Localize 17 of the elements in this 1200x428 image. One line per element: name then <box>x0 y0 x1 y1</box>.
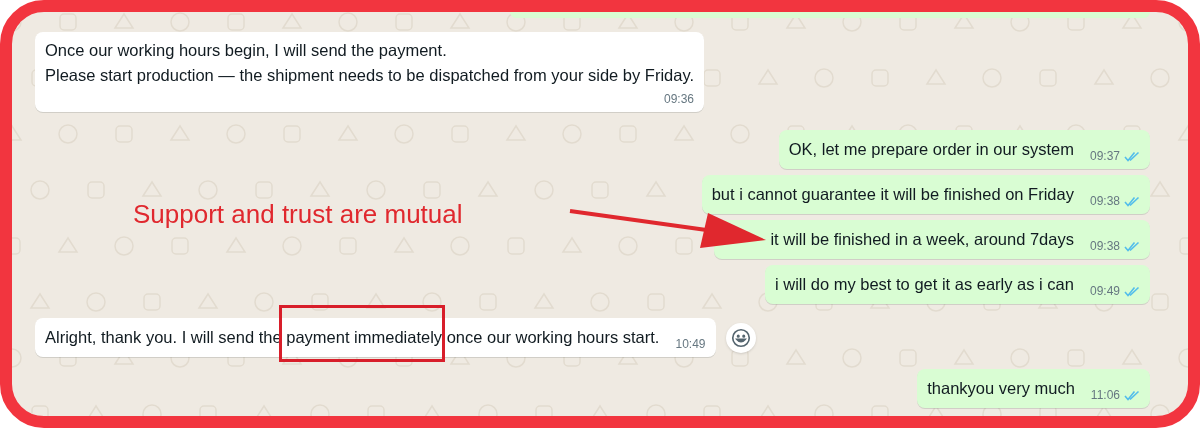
message-text: Once our working hours begin, I will send the payment. <box>45 40 448 61</box>
message-text: Please start production — the shipment needs to be dispatched from your side by Friday. <box>45 65 695 86</box>
message-time: 09:37 <box>1089 148 1120 165</box>
message-text: but i cannot guarantee it will be finished on Friday <box>711 185 1074 203</box>
message-text: OK, let me prepare order in our system <box>788 140 1074 158</box>
message-text: i will do my best to get it as early as i can <box>775 275 1074 293</box>
message-time: 11:06 <box>1090 387 1120 404</box>
message-time: 09:36 <box>664 91 695 108</box>
message-time: 09:38 <box>1089 193 1120 210</box>
message-time: 09:49 <box>1089 283 1120 300</box>
message-text: it will be finished in a week, around 7days <box>770 230 1074 248</box>
annotation-text: Support and trust are mutual <box>133 198 463 231</box>
smiley-icon <box>729 326 752 349</box>
message-time: 09:38 <box>1089 238 1120 255</box>
message-time: 10:49 <box>675 336 706 353</box>
message-text: thankyou very much <box>927 379 1075 397</box>
emoji-button[interactable] <box>725 322 756 353</box>
